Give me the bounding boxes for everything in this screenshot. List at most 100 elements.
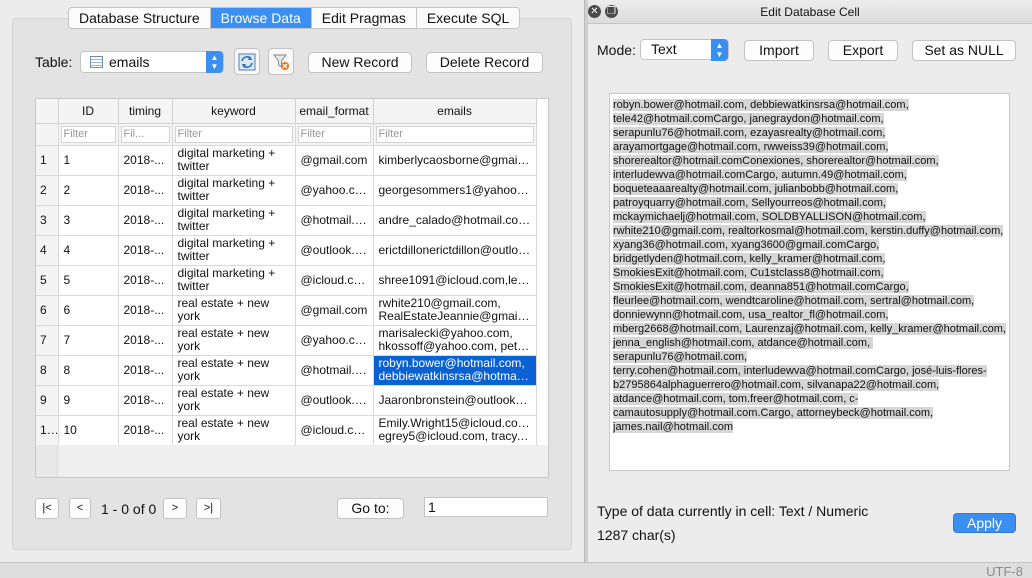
column-header-emails[interactable]: emails — [373, 99, 537, 124]
cell-timing[interactable]: 2018-... — [118, 355, 173, 386]
cell-keyword[interactable]: digital marketing + twitter — [172, 265, 296, 296]
cell-email-format[interactable]: @hotmail.com — [295, 205, 374, 236]
tab-edit-pragmas[interactable]: Edit Pragmas — [312, 8, 417, 28]
table-row[interactable]: 5 5 2018-... digital marketing + twitter @ic… — [36, 265, 537, 296]
cell-email-format[interactable]: @outlook.c... — [295, 385, 374, 416]
cell-email-format[interactable]: @icloud.com — [295, 415, 374, 446]
cell-keyword[interactable]: digital marketing + twitter — [172, 145, 296, 176]
filter-timing-input[interactable]: Fil... — [120, 125, 170, 143]
cell-emails[interactable]: shree1091@icloud.com,lenna... — [373, 265, 537, 296]
table-row[interactable]: 9 9 2018-... real estate + new york @outlook… — [36, 385, 537, 416]
clear-filters-button[interactable] — [268, 48, 294, 75]
cell-email-format[interactable]: @outlook.c... — [295, 235, 374, 266]
cell-timing[interactable]: 2018-... — [118, 385, 173, 416]
table-row[interactable]: 10 10 2018-... real estate + new york @iclou… — [36, 415, 537, 446]
column-header-keyword[interactable]: keyword — [172, 99, 296, 124]
cell-emails[interactable]: Emily.Wright15@icloud.com, egrey5@icloud.… — [373, 415, 537, 446]
cell-id[interactable]: 2 — [58, 175, 119, 206]
refresh-button[interactable] — [234, 48, 260, 75]
cell-keyword[interactable]: digital marketing + twitter — [172, 175, 296, 206]
cell-id[interactable]: 9 — [58, 385, 119, 416]
prev-page-button[interactable]: < — [69, 498, 91, 519]
table-row[interactable]: 8 8 2018-... real estate + new york @hotmail… — [36, 355, 537, 386]
cell-id[interactable]: 8 — [58, 355, 119, 386]
cell-emails[interactable]: marisalecki@yahoo.com, hkossoff@yahoo.com… — [373, 325, 537, 356]
cell-keyword[interactable]: real estate + new york — [172, 325, 296, 356]
tab-database-structure[interactable]: Database Structure — [69, 8, 211, 28]
cell-id[interactable]: 10 — [58, 415, 119, 446]
goto-input[interactable]: 1 — [424, 497, 548, 517]
next-page-button[interactable]: > — [163, 498, 187, 519]
filter-keyword-input[interactable]: Filter — [174, 125, 293, 143]
cell-timing[interactable]: 2018-... — [118, 145, 173, 176]
row-number[interactable]: 8 — [36, 355, 59, 386]
cell-text-editor[interactable]: robyn.bower@hotmail.com, debbiewatkinsrs… — [609, 93, 1010, 471]
cell-id[interactable]: 6 — [58, 295, 119, 326]
row-number[interactable]: 9 — [36, 385, 59, 416]
cell-emails[interactable]: Jaaronbronstein@outlook.com — [373, 385, 537, 416]
cell-keyword[interactable]: real estate + new york — [172, 415, 296, 446]
cell-timing[interactable]: 2018-... — [118, 265, 173, 296]
tab-execute-sql[interactable]: Execute SQL — [417, 8, 519, 28]
export-button[interactable]: Export — [828, 40, 898, 61]
cell-email-format[interactable]: @yahoo.com — [295, 175, 374, 206]
first-page-button[interactable]: |< — [35, 498, 59, 519]
import-button[interactable]: Import — [744, 40, 814, 61]
cell-timing[interactable]: 2018-... — [118, 325, 173, 356]
cell-keyword[interactable]: real estate + new york — [172, 385, 296, 416]
table-row[interactable]: 2 2 2018-... digital marketing + twitter @ya… — [36, 175, 537, 206]
cell-email-format[interactable]: @gmail.com — [295, 145, 374, 176]
cell-emails[interactable]: rwhite210@gmail.com, RealEstateJeannie@gm… — [373, 295, 537, 326]
cell-timing[interactable]: 2018-... — [118, 415, 173, 446]
set-null-button[interactable]: Set as NULL — [912, 40, 1016, 61]
cell-emails[interactable]: robyn.bower@hotmail.com, debbiewatkinsrsa… — [373, 355, 537, 386]
filter-emails-input[interactable]: Filter — [375, 125, 534, 143]
row-number[interactable]: 2 — [36, 175, 59, 206]
goto-button[interactable]: Go to: — [337, 498, 404, 519]
delete-record-button[interactable]: Delete Record — [426, 52, 543, 73]
cell-id[interactable]: 5 — [58, 265, 119, 296]
cell-email-format[interactable]: @icloud.com — [295, 265, 374, 296]
row-number[interactable]: 5 — [36, 265, 59, 296]
table-select[interactable]: emails ▲ ▼ — [80, 51, 224, 73]
cell-emails[interactable]: georgesommers1@yahoo.co... — [373, 175, 537, 206]
cell-emails[interactable]: kimberlycaosborne@gmail.co... — [373, 145, 537, 176]
cell-email-format[interactable]: @hotmail.com — [295, 355, 374, 386]
cell-email-format[interactable]: @gmail.com — [295, 295, 374, 326]
table-row[interactable]: 6 6 2018-... real estate + new york @gmail.c… — [36, 295, 537, 326]
cell-timing[interactable]: 2018-... — [118, 175, 173, 206]
column-header-id[interactable]: ID — [58, 99, 119, 124]
cell-id[interactable]: 1 — [58, 145, 119, 176]
cell-keyword[interactable]: real estate + new york — [172, 355, 296, 386]
table-row[interactable]: 1 1 2018-... digital marketing + twitter @gm… — [36, 145, 537, 176]
apply-button[interactable]: Apply — [953, 513, 1016, 533]
cell-emails[interactable]: erictdillonerictdillon@outlook.... — [373, 235, 537, 266]
filter-id-input[interactable]: Filter — [60, 125, 116, 143]
table-row[interactable]: 7 7 2018-... real estate + new york @yahoo.c… — [36, 325, 537, 356]
table-row[interactable]: 3 3 2018-... digital marketing + twitter @ho… — [36, 205, 537, 236]
cell-keyword[interactable]: digital marketing + twitter — [172, 205, 296, 236]
row-number[interactable]: 4 — [36, 235, 59, 266]
cell-id[interactable]: 7 — [58, 325, 119, 356]
last-page-button[interactable]: >| — [196, 498, 221, 519]
row-number[interactable]: 3 — [36, 205, 59, 236]
cell-timing[interactable]: 2018-... — [118, 205, 173, 236]
column-header-email-format[interactable]: email_format — [295, 99, 374, 124]
row-number[interactable]: 6 — [36, 295, 59, 326]
cell-keyword[interactable]: real estate + new york — [172, 295, 296, 326]
filter-email-format-input[interactable]: Filter — [297, 125, 371, 143]
cell-timing[interactable]: 2018-... — [118, 235, 173, 266]
table-row[interactable]: 4 4 2018-... digital marketing + twitter @ou… — [36, 235, 537, 266]
mode-select[interactable]: Text ▲ ▼ — [640, 39, 729, 61]
cell-emails[interactable]: andre_calado@hotmail.com,s... — [373, 205, 537, 236]
row-number[interactable]: 10 — [36, 415, 59, 446]
new-record-button[interactable]: New Record — [308, 52, 412, 73]
row-number[interactable]: 7 — [36, 325, 59, 356]
cell-keyword[interactable]: digital marketing + twitter — [172, 235, 296, 266]
tab-browse-data[interactable]: Browse Data — [210, 8, 312, 28]
cell-timing[interactable]: 2018-... — [118, 295, 173, 326]
data-grid[interactable]: ID timing keyword email_format emails Fi… — [35, 98, 549, 478]
column-header-timing[interactable]: timing — [118, 99, 173, 124]
row-number[interactable]: 1 — [36, 145, 59, 176]
cell-email-format[interactable]: @yahoo.com — [295, 325, 374, 356]
